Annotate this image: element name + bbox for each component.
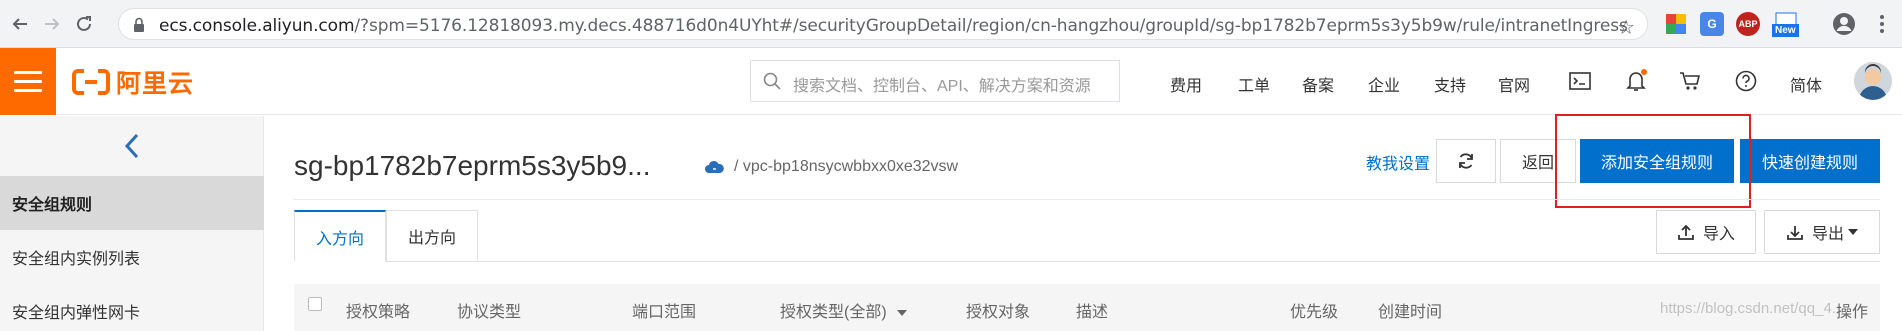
import-label: 导入 <box>1702 226 1735 243</box>
new-badge: New <box>1772 24 1799 37</box>
vpc-id[interactable]: / vpc-bp18nsycwbbxx0xe32vsw <box>734 158 958 176</box>
highlight-box <box>1555 114 1751 208</box>
url-text: ecs.console.aliyun.com/?spm=5176.1281809… <box>159 16 1628 36</box>
bookmark-star-icon[interactable]: ☆ <box>1617 15 1635 40</box>
translate-extension-icon[interactable]: G <box>1700 12 1724 36</box>
nav-enterprise[interactable]: 企业 <box>1368 72 1400 96</box>
terminal-icon[interactable] <box>1568 69 1592 93</box>
nav-official-site[interactable]: 官网 <box>1498 72 1530 96</box>
sidebar-item-eni[interactable]: 安全组内弹性网卡 <box>0 284 264 331</box>
browser-menu-icon[interactable] <box>1870 12 1894 36</box>
import-button[interactable]: 导入 <box>1656 210 1756 254</box>
search-icon <box>763 72 781 95</box>
forward-arrow-icon[interactable] <box>40 12 64 36</box>
address-bar[interactable]: ecs.console.aliyun.com/?spm=5176.1281809… <box>118 8 1648 40</box>
column-header-protocol: 协议类型 <box>457 304 522 321</box>
tab-baseline <box>294 261 1880 262</box>
nav-tickets[interactable]: 工单 <box>1238 72 1270 96</box>
profile-icon[interactable] <box>1832 12 1856 36</box>
sidebar: 安全组规则 安全组内实例列表 安全组内弹性网卡 <box>0 116 264 331</box>
export-label: 导出 <box>1811 226 1844 243</box>
export-button[interactable]: 导出 <box>1764 210 1880 254</box>
browser-toolbar: ecs.console.aliyun.com/?spm=5176.1281809… <box>0 0 1902 48</box>
divider <box>294 199 1880 200</box>
help-icon[interactable] <box>1734 69 1758 93</box>
help-setup-link[interactable]: 教我设置 <box>1366 150 1430 174</box>
search-input[interactable]: 搜索文档、控制台、API、解决方案和资源 <box>750 60 1120 102</box>
cart-icon[interactable] <box>1678 69 1702 93</box>
sidebar-item-security-group-rules[interactable]: 安全组规则 <box>0 176 264 230</box>
menu-icon[interactable] <box>0 48 56 115</box>
lock-icon <box>133 17 145 38</box>
sidebar-item-instance-list[interactable]: 安全组内实例列表 <box>0 230 264 284</box>
column-header-policy: 授权策略 <box>346 304 411 321</box>
chevron-left-icon <box>124 133 139 159</box>
back-arrow-icon[interactable] <box>8 12 32 36</box>
notification-dot <box>1641 69 1647 75</box>
sidebar-back-button[interactable] <box>0 116 264 176</box>
nav-fees[interactable]: 费用 <box>1170 72 1202 96</box>
column-header-priority: 优先级 <box>1290 304 1339 321</box>
auth-type-label: 授权类型(全部) <box>780 304 887 321</box>
language-switch[interactable]: 简体 <box>1790 72 1822 96</box>
nav-support[interactable]: 支持 <box>1434 72 1466 96</box>
console-header: 阿里云 搜索文档、控制台、API、解决方案和资源 费用 工单 备案 企业 支持 … <box>0 48 1902 115</box>
abp-label: ABP <box>1738 19 1758 29</box>
watermark: https://blog.csdn.net/qq_4... <box>1660 300 1845 317</box>
column-header-description: 描述 <box>1076 304 1109 321</box>
upload-icon <box>1678 224 1694 240</box>
aliyun-logo-mark <box>72 68 110 96</box>
refresh-button[interactable] <box>1436 139 1496 183</box>
download-icon <box>1787 226 1803 240</box>
aliyun-logo[interactable]: 阿里云 <box>72 66 194 98</box>
adblock-extension-icon[interactable]: ABP <box>1736 12 1760 36</box>
column-header-created-time: 创建时间 <box>1378 304 1443 321</box>
column-header-auth-type[interactable]: 授权类型(全部) <box>780 298 908 322</box>
avatar[interactable] <box>1854 62 1892 100</box>
tab-inbound[interactable]: 入方向 <box>294 210 386 262</box>
bell-icon[interactable] <box>1624 69 1648 93</box>
tab-outbound[interactable]: 出方向 <box>386 210 478 262</box>
refresh-icon <box>1459 153 1473 169</box>
reload-icon[interactable] <box>72 12 96 36</box>
new-extension-icon[interactable]: New <box>1772 12 1802 37</box>
quick-create-rule-button[interactable]: 快速创建规则 <box>1740 139 1880 183</box>
column-header-auth-object: 授权对象 <box>966 304 1031 321</box>
logo-text: 阿里云 <box>116 70 195 98</box>
caret-down-icon <box>897 309 908 316</box>
search-placeholder: 搜索文档、控制台、API、解决方案和资源 <box>793 78 1091 95</box>
vpc-cloud-icon <box>704 160 724 179</box>
column-header-port-range: 端口范围 <box>632 304 697 321</box>
google-extension-icon[interactable] <box>1664 12 1688 36</box>
select-all-checkbox[interactable] <box>308 297 322 311</box>
page-title: sg-bp1782b7eprm5s3y5b9... <box>294 150 651 181</box>
caret-down-icon <box>1848 229 1858 235</box>
nav-icp[interactable]: 备案 <box>1302 72 1334 96</box>
